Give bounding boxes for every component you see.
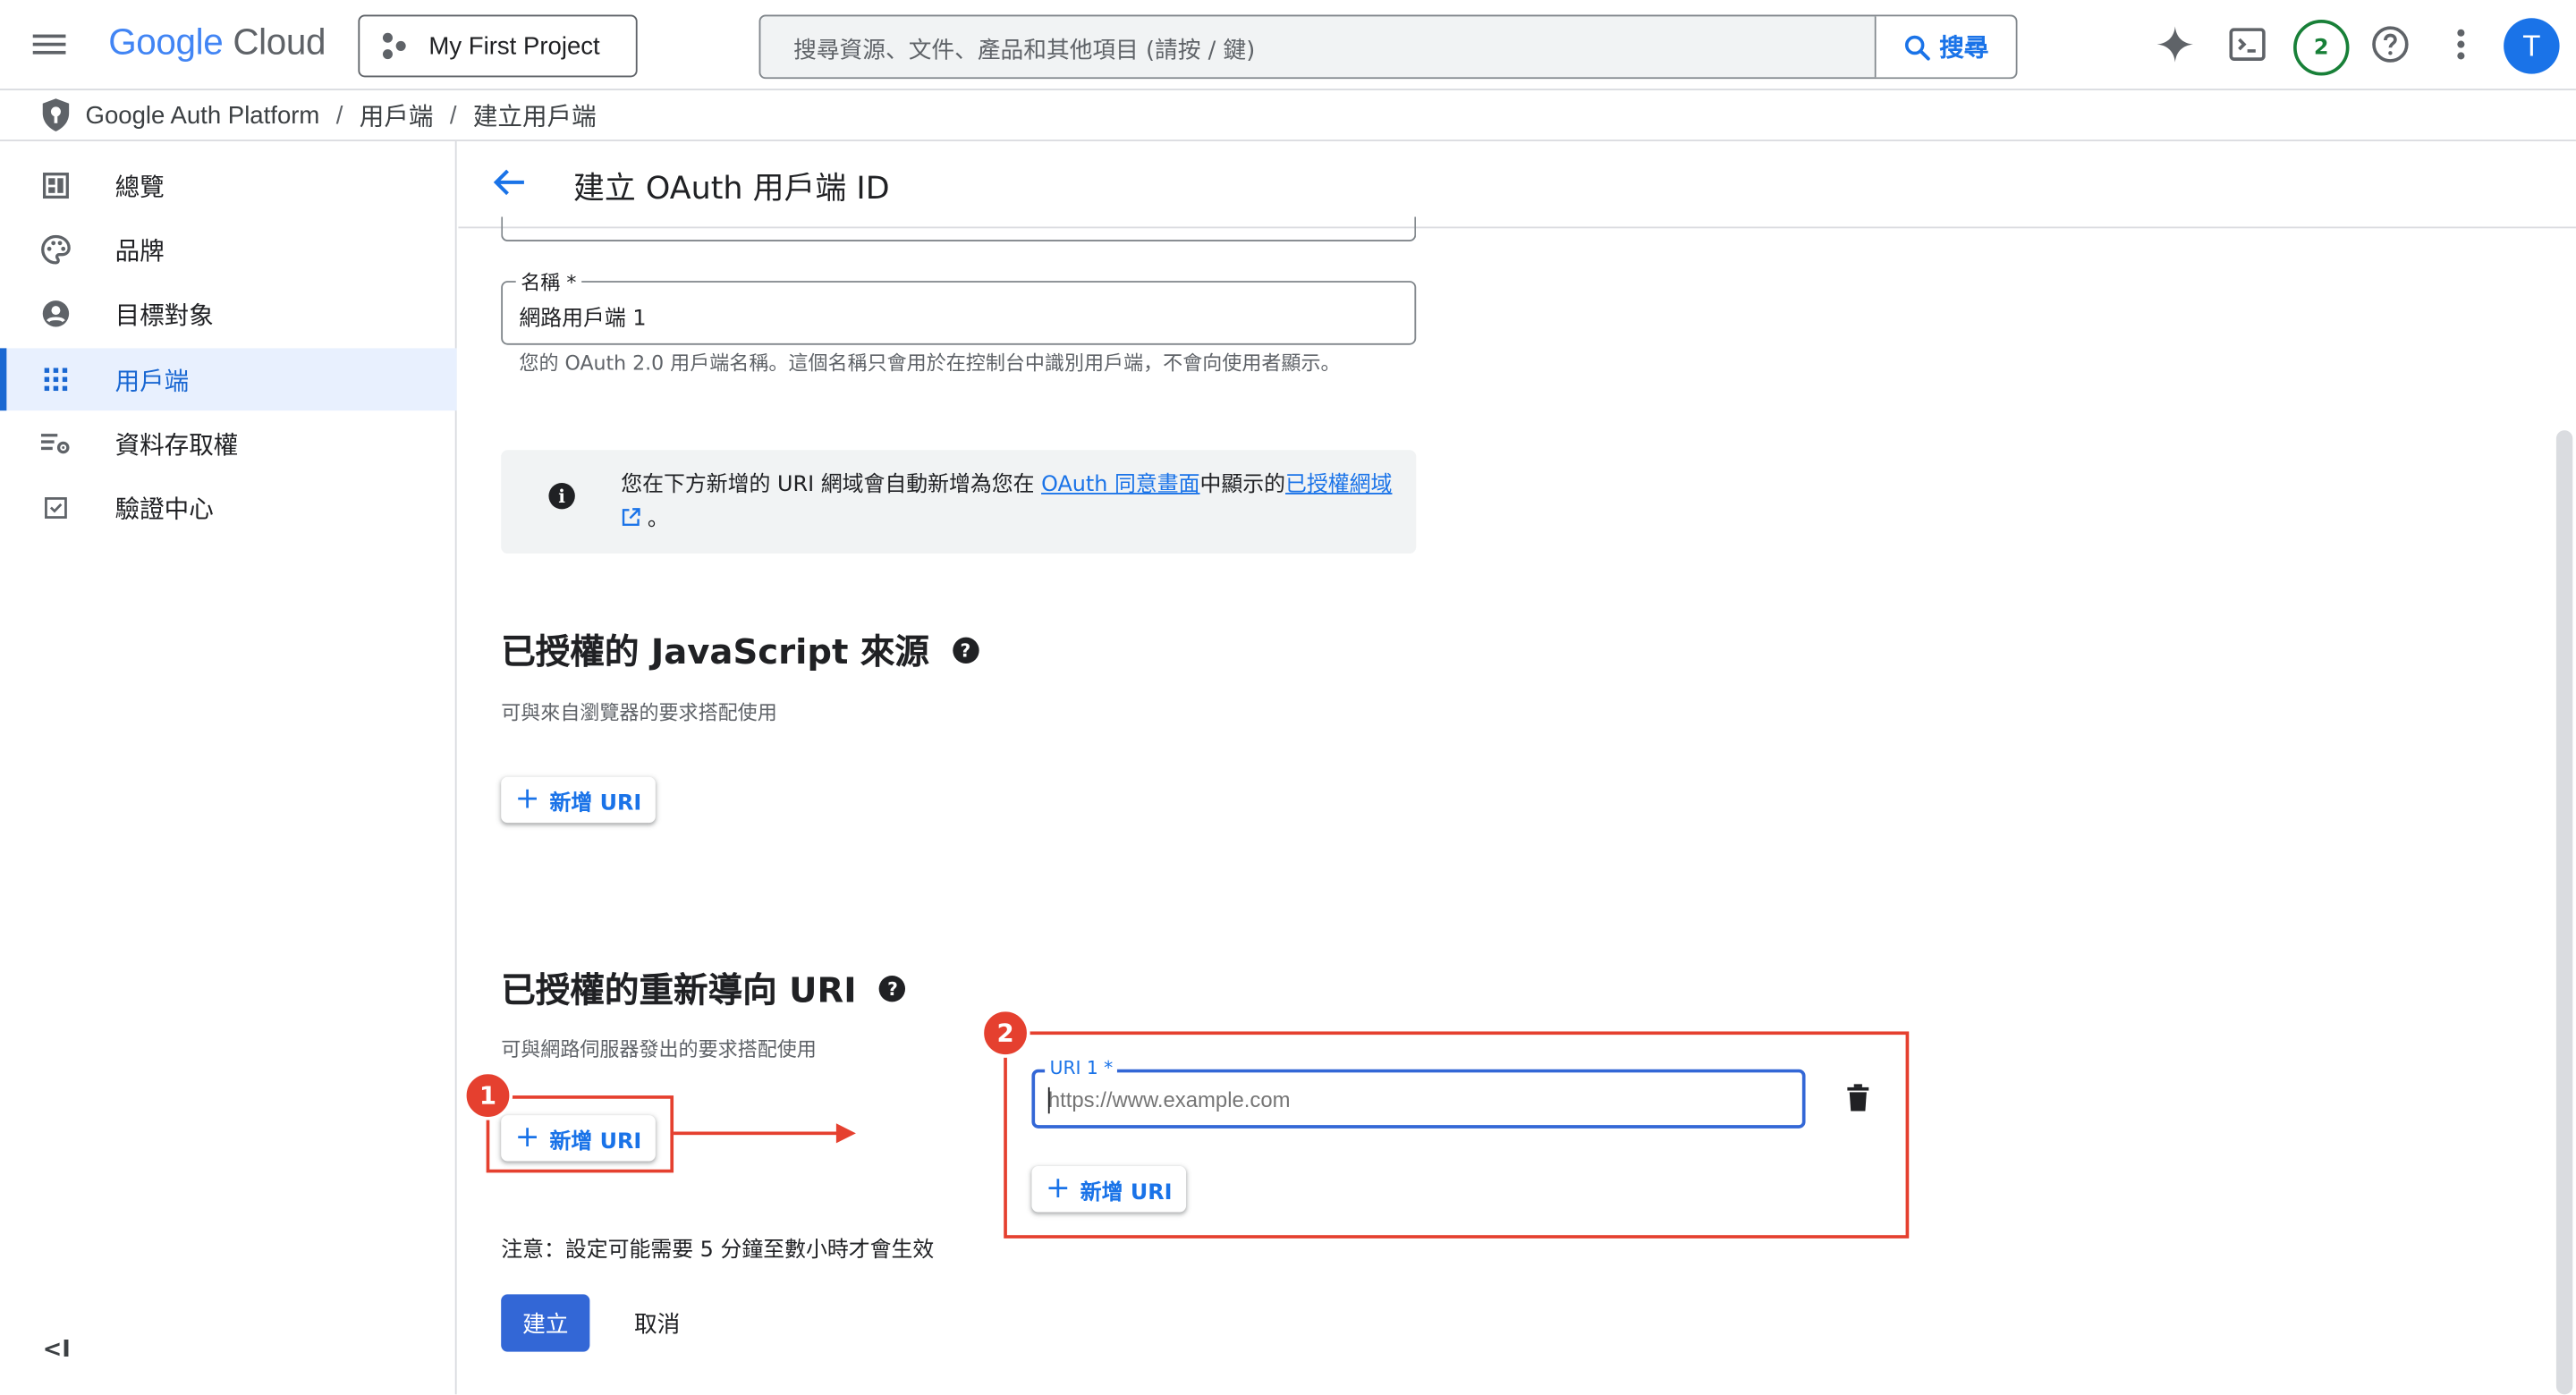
page-header: 建立 OAuth 用戶端 ID — [458, 141, 2576, 229]
annotation-box-1 — [486, 1095, 674, 1173]
annotation-step-1: 1 — [462, 1070, 513, 1120]
annotation-arrow — [674, 1131, 843, 1136]
notifications-badge[interactable]: 2 — [2293, 20, 2350, 76]
search-bar[interactable]: 搜尋資源、文件、產品和其他項目 (請按 / 鍵) 搜尋 — [758, 14, 2018, 80]
logo-cloud-text: Cloud — [233, 21, 326, 63]
shield-icon — [42, 98, 70, 131]
page-title: 建立 OAuth 用戶端 ID — [573, 171, 890, 207]
plus-icon: + — [1046, 1171, 1071, 1206]
name-field[interactable]: 名稱 * 網路用戶端 1 — [501, 267, 1417, 345]
breadcrumb-separator: / — [335, 100, 343, 130]
scrollbar[interactable] — [2555, 430, 2573, 1395]
js-origins-section-title: 已授權的 JavaScript 來源 ? — [501, 626, 979, 675]
js-origins-title: 已授權的 JavaScript 來源 — [501, 632, 929, 672]
menu-icon[interactable] — [30, 30, 69, 63]
previous-field-edge — [501, 216, 1417, 241]
redirect-uris-title: 已授權的重新導向 URI — [501, 970, 857, 1010]
info-text-after: 。 — [640, 507, 669, 533]
breadcrumb-clients[interactable]: 用戶端 — [360, 97, 434, 132]
dashboard-icon — [41, 171, 71, 200]
top-bar: Google Cloud My First Project 搜尋資源、文件、產品和… — [0, 0, 2576, 91]
account-circle-icon — [41, 299, 71, 328]
verification-check-icon — [41, 493, 71, 522]
sidebar: 總覽 品牌 目標對象 用戶端 資料存取權 驗證中心 <I — [0, 140, 457, 1395]
sidebar-item-branding[interactable]: 品牌 — [0, 218, 457, 281]
text-caret — [1047, 1086, 1050, 1114]
apps-grid-icon — [41, 365, 71, 394]
data-access-icon — [40, 428, 71, 458]
annotation-arrowhead — [835, 1123, 856, 1144]
redirect-uris-subtitle: 可與網路伺服器發出的要求搭配使用 — [501, 1037, 817, 1061]
add-another-uri-button[interactable]: + 新增 URI — [1031, 1166, 1187, 1213]
uri-1-input[interactable] — [1047, 1086, 1771, 1112]
search-icon — [1905, 34, 1931, 60]
project-name: My First Project — [428, 31, 600, 61]
redirect-uris-section-title: 已授權的重新導向 URI ? — [501, 964, 906, 1013]
sidebar-item-label: 目標對象 — [114, 300, 214, 330]
uri-1-field[interactable]: URI 1 * — [1031, 1057, 1806, 1129]
sidebar-item-label: 資料存取權 — [114, 429, 239, 460]
info-banner-text: 您在下方新增的 URI 網域會自動新增為您在 OAuth 同意畫面中顯示的已授權… — [621, 468, 1393, 537]
help-icon[interactable] — [2369, 23, 2412, 66]
google-cloud-logo[interactable]: Google Cloud — [108, 21, 326, 64]
more-vert-icon[interactable] — [2439, 23, 2482, 66]
palette-icon — [41, 234, 71, 265]
sidebar-item-verification-center[interactable]: 驗證中心 — [0, 477, 457, 539]
search-button[interactable]: 搜尋 — [1874, 16, 2016, 78]
search-button-label: 搜尋 — [1939, 32, 1989, 63]
sidebar-item-audience[interactable]: 目標對象 — [0, 283, 457, 345]
info-icon: i — [548, 482, 575, 510]
cancel-button[interactable]: 取消 — [621, 1294, 693, 1351]
logo-google-text: Google — [108, 21, 224, 63]
breadcrumb-separator: / — [449, 100, 457, 130]
oauth-consent-screen-link[interactable]: OAuth 同意畫面 — [1041, 473, 1199, 498]
gemini-spark-icon[interactable] — [2154, 23, 2197, 66]
add-uri-label: 新增 URI — [549, 790, 642, 816]
add-js-origin-uri-button[interactable]: + 新增 URI — [501, 776, 656, 824]
breadcrumb-auth-platform[interactable]: Google Auth Platform — [86, 101, 320, 129]
project-dots-icon — [382, 32, 409, 60]
sidebar-item-clients[interactable]: 用戶端 — [0, 348, 457, 411]
sidebar-item-data-access[interactable]: 資料存取權 — [0, 412, 457, 475]
breadcrumb: Google Auth Platform / 用戶端 / 建立用戶端 — [0, 90, 2576, 141]
info-text-before: 您在下方新增的 URI 網域會自動新增為您在 — [621, 472, 1042, 498]
breadcrumb-create-client: 建立用戶端 — [472, 102, 597, 131]
info-text-middle: 中顯示的 — [1199, 472, 1286, 498]
cloud-shell-icon[interactable] — [2226, 23, 2269, 66]
info-banner: i 您在下方新增的 URI 網域會自動新增為您在 OAuth 同意畫面中顯示的已… — [501, 450, 1417, 554]
sidebar-item-label: 品牌 — [114, 235, 165, 266]
collapse-sidebar-button[interactable]: <I — [43, 1337, 71, 1363]
sidebar-item-label: 總覽 — [114, 171, 165, 201]
delete-uri-trash-icon[interactable] — [1846, 1084, 1869, 1119]
sidebar-item-overview[interactable]: 總覽 — [0, 155, 457, 217]
authorized-domains-link[interactable]: 已授權網域 — [1285, 473, 1392, 498]
add-uri-label: 新增 URI — [1080, 1179, 1173, 1205]
annotation-step-2: 2 — [980, 1008, 1030, 1058]
js-origins-subtitle: 可與來自瀏覽器的要求搭配使用 — [501, 701, 777, 724]
sidebar-item-label: 驗證中心 — [114, 493, 214, 523]
help-icon[interactable]: ? — [879, 975, 906, 1002]
help-icon[interactable]: ? — [952, 637, 979, 664]
project-picker-button[interactable]: My First Project — [358, 14, 638, 78]
name-field-label: 名稱 * — [515, 267, 581, 296]
sidebar-item-label: 用戶端 — [114, 365, 190, 395]
settings-delay-note: 注意：設定可能需要 5 分鐘至數小時才會生效 — [501, 1238, 935, 1264]
avatar[interactable]: T — [2504, 18, 2560, 74]
plus-icon: + — [514, 782, 540, 816]
external-link-icon — [622, 508, 640, 527]
name-field-value[interactable]: 網路用戶端 1 — [519, 300, 646, 332]
create-button[interactable]: 建立 — [501, 1294, 590, 1352]
search-input[interactable]: 搜尋資源、文件、產品和其他項目 (請按 / 鍵) — [793, 33, 1255, 66]
back-arrow-icon[interactable] — [491, 165, 527, 207]
uri-1-label: URI 1 * — [1045, 1057, 1118, 1079]
name-helper-text: 您的 OAuth 2.0 用戶端名稱。這個名稱只會用於在控制台中識別用戶端，不會… — [519, 351, 1341, 375]
